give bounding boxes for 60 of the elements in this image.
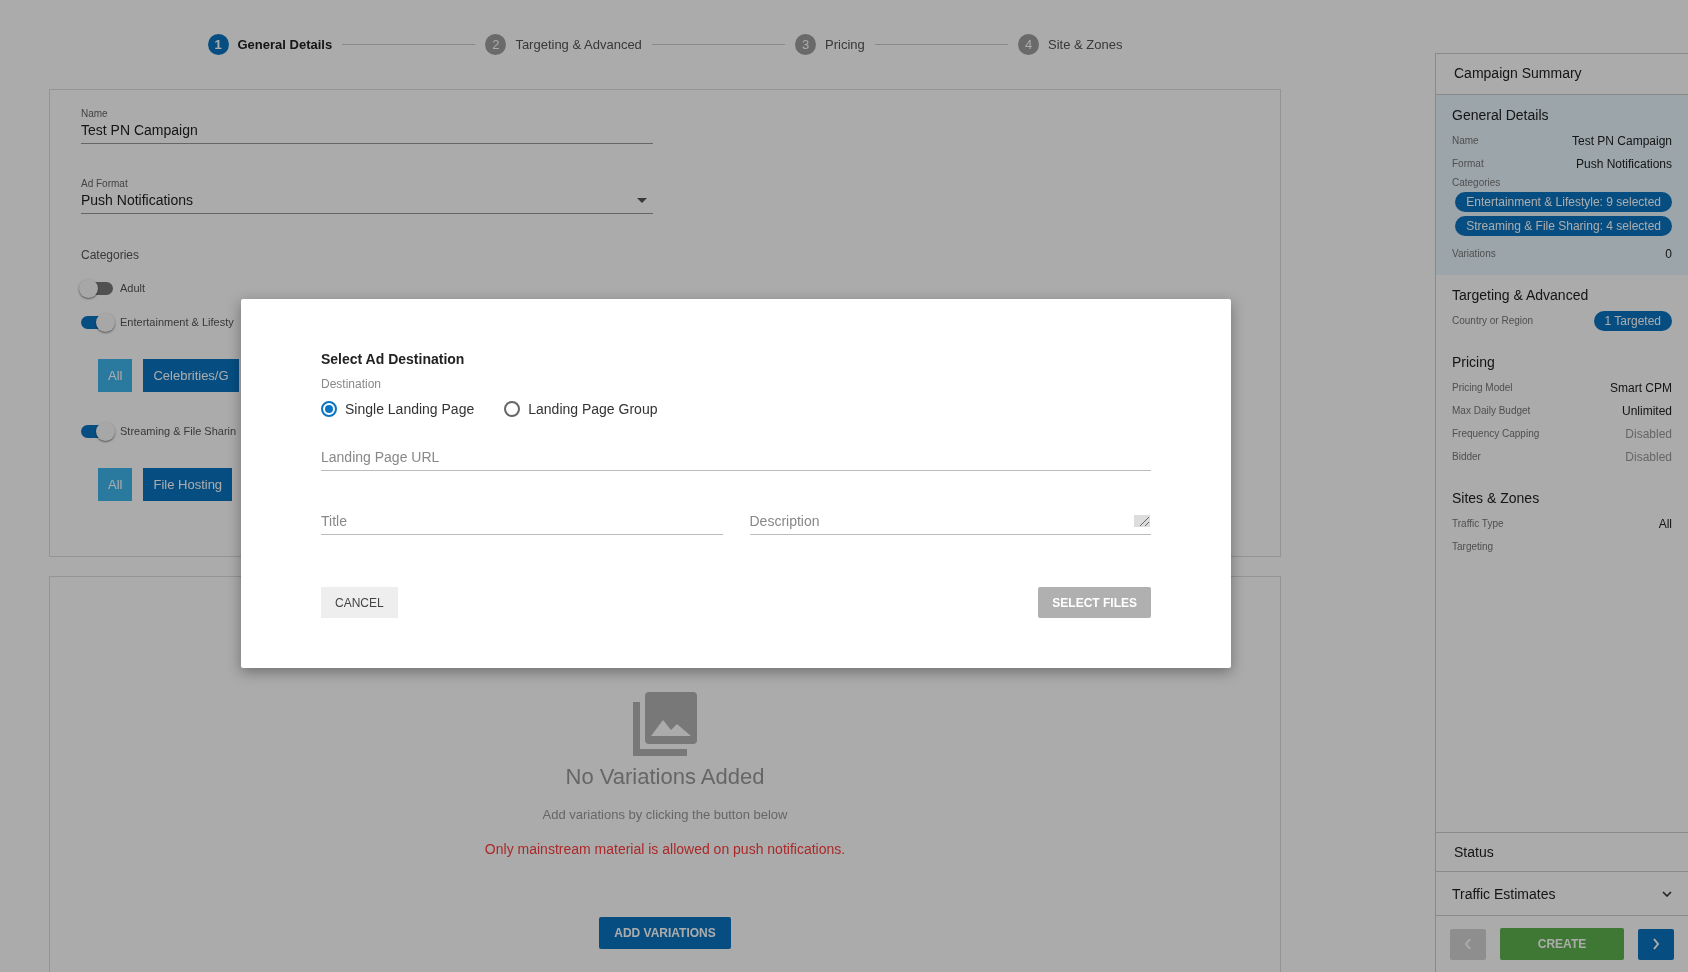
images-icon: [633, 692, 697, 756]
row-label: Targeting: [1452, 541, 1494, 552]
row-value: Disabled: [1625, 449, 1672, 464]
section-title: General Details: [1452, 107, 1550, 123]
subcategory-chip[interactable]: File Hosting: [143, 468, 233, 501]
category-pill: Entertainment & Lifestyle: 9 selected: [1455, 192, 1672, 212]
category-label: Streaming & File Sharin: [120, 425, 237, 437]
name-field[interactable]: Test PN Campaign: [81, 122, 653, 144]
step-tab[interactable]: 3 Pricing: [795, 34, 865, 55]
chevron-left-icon: [1464, 938, 1472, 950]
row-value: Push Notifications: [1575, 156, 1672, 171]
row-value: Unlimited: [1622, 403, 1672, 418]
row-value: 0: [1665, 246, 1672, 261]
chevron-right-icon: [1652, 938, 1660, 950]
step-tab[interactable]: 1 General Details: [207, 34, 333, 55]
step-tab[interactable]: 2 Targeting & Advanced: [485, 34, 642, 55]
section-title: Targeting & Advanced: [1452, 287, 1590, 303]
row-label: Country or Region: [1452, 315, 1534, 326]
radio-option[interactable]: Landing Page Group: [504, 401, 658, 417]
category-label: Adult: [120, 282, 146, 294]
destination-label: Destination: [321, 377, 383, 391]
next-button[interactable]: [1638, 928, 1674, 960]
subcategory-chip[interactable]: Celebrities/G: [143, 359, 239, 392]
row-label: Bidder: [1452, 451, 1481, 462]
section-title: Pricing: [1452, 354, 1496, 370]
row-label: Name: [1452, 135, 1479, 146]
caret-icon: [637, 198, 647, 203]
dialog-title: Select Ad Destination: [321, 351, 466, 367]
row-label: Categories: [1452, 177, 1501, 188]
step-tab[interactable]: 4 Site & Zones: [1018, 34, 1123, 55]
targeted-pill: 1 Targeted: [1593, 310, 1672, 331]
empty-hint: Add variations by clicking the button below: [542, 807, 788, 822]
row-label: Pricing Model: [1452, 382, 1513, 393]
field-label: Name: [81, 108, 109, 119]
row-value: Disabled: [1625, 426, 1672, 441]
row-label: Format: [1452, 158, 1484, 169]
categories-label: Categories: [81, 248, 141, 262]
toggle-switch[interactable]: [81, 315, 113, 329]
row-label: Variations: [1452, 248, 1496, 259]
toggle-switch[interactable]: [81, 281, 113, 295]
row-value: All: [1658, 516, 1672, 531]
category-pill: Streaming & File Sharing: 4 selected: [1455, 216, 1672, 236]
ad-format-dropdown[interactable]: Push Notifications: [81, 192, 653, 214]
radio-option[interactable]: Single Landing Page: [321, 401, 475, 417]
add-variations-button[interactable]: ADD VARIATIONS: [599, 917, 731, 949]
status-header[interactable]: Status: [1436, 832, 1688, 871]
field-label: Ad Format: [81, 178, 129, 189]
resize-icon: [1134, 515, 1150, 527]
empty-title: No Variations Added: [565, 764, 765, 790]
row-label: Max Daily Budget: [1452, 405, 1531, 416]
row-value: Test PN Campaign: [1571, 133, 1672, 148]
cancel-button[interactable]: CANCEL: [321, 587, 398, 618]
warning-text: Only mainstream material is allowed on push notifications.: [484, 841, 846, 857]
row-label: Frequency Capping: [1452, 428, 1540, 439]
toggle-switch[interactable]: [81, 424, 113, 438]
category-label: Entertainment & Lifesty: [120, 316, 234, 328]
row-value: Smart CPM: [1610, 380, 1672, 395]
traffic-estimates-header[interactable]: Traffic Estimates: [1436, 871, 1688, 915]
row-label: Traffic Type: [1452, 518, 1504, 529]
section-title: Sites & Zones: [1452, 490, 1541, 506]
